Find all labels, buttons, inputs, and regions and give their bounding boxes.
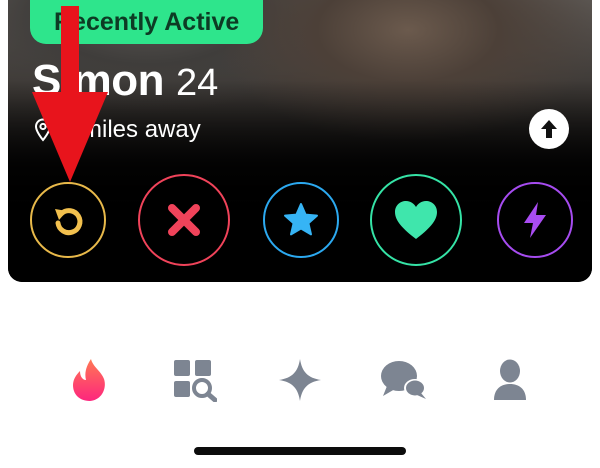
profile-info-button[interactable] (529, 109, 569, 149)
chat-icon (381, 361, 426, 399)
profile-card[interactable]: Recently Active Simon 24 2 miles away (8, 0, 592, 282)
recently-active-badge: Recently Active (30, 0, 264, 44)
lightning-icon (524, 202, 546, 238)
boost-button[interactable] (497, 182, 573, 258)
sparkle-icon (279, 359, 321, 401)
flame-icon (73, 359, 105, 401)
arrow-up-icon (541, 120, 557, 138)
close-icon (168, 204, 200, 236)
name-age-row: Simon 24 (32, 56, 218, 106)
distance-text: 2 miles away (62, 116, 201, 143)
star-icon (284, 203, 318, 236)
rewind-button[interactable] (30, 182, 106, 258)
super-like-button[interactable] (263, 182, 339, 258)
page: Recently Active Simon 24 2 miles away (0, 0, 600, 468)
nav-item-swipe[interactable] (62, 352, 118, 408)
nope-button[interactable] (138, 174, 230, 266)
profile-age: 24 (175, 62, 219, 104)
nav-item-profile[interactable] (482, 352, 538, 408)
distance-row: 2 miles away (34, 116, 201, 144)
profile-name: Simon (32, 56, 164, 105)
nav-item-messages[interactable] (376, 352, 432, 408)
nav-item-explore[interactable] (166, 352, 222, 408)
home-indicator[interactable] (194, 447, 406, 455)
like-button[interactable] (370, 174, 462, 266)
heart-icon (395, 201, 437, 239)
explore-grid-icon (174, 360, 217, 402)
rewind-icon (55, 208, 83, 236)
nav-item-gold[interactable] (272, 352, 328, 408)
profile-icon (494, 359, 526, 400)
location-pin-icon (34, 118, 52, 142)
